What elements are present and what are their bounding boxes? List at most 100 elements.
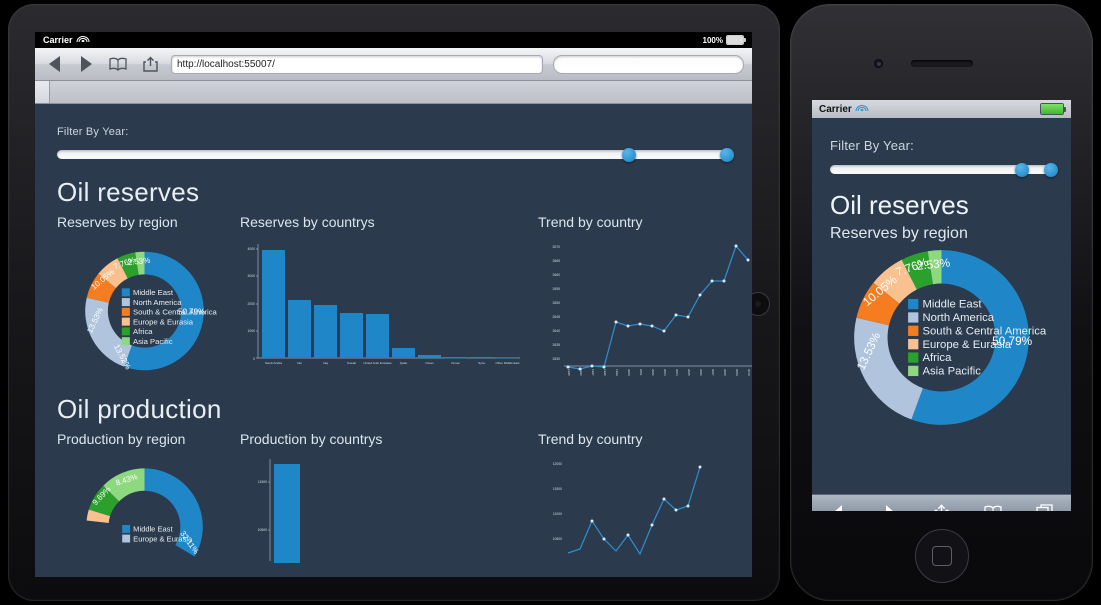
y-tick-0: 0: [253, 357, 255, 361]
iphone-screen: Carrier Filter By Year: Oil reserves Res…: [812, 100, 1071, 511]
slider-handle-low[interactable]: [1014, 162, 1029, 177]
bar-saudi-arabia[interactable]: [262, 250, 285, 358]
x-label-year: 2005: [687, 369, 691, 376]
bar-iran[interactable]: [288, 300, 311, 358]
x-label-oman: Oman: [425, 361, 434, 365]
x-label-yemen: Yemen: [451, 361, 461, 365]
chart-reserves-by-region: Reserves by region 50.79% 13.52% 13.53% …: [49, 214, 232, 386]
legend-label-europe-eurasia: Europe & Eurasia: [133, 534, 193, 543]
safari-tab-bar[interactable]: [35, 81, 752, 104]
x-label-iraq: Iraq: [323, 361, 329, 365]
chart-title: Reserves by region: [57, 214, 178, 230]
x-label-year: 1996: [579, 369, 583, 376]
bookmarks-book-icon[interactable]: [976, 500, 1010, 511]
slider-handle-high[interactable]: [1043, 162, 1058, 177]
bar-oman[interactable]: [418, 355, 441, 358]
legend-label-north-america: North America: [133, 298, 182, 307]
y-axis-ticks: 0 1000 2000 3000 4000: [247, 247, 258, 361]
bar-yemen[interactable]: [444, 357, 467, 359]
battery-icon: [1040, 103, 1066, 115]
x-label-year: 2006: [699, 369, 703, 376]
legend-label-africa: Africa: [133, 327, 153, 336]
slider-handle-high[interactable]: [719, 147, 734, 162]
trend-line: [567, 466, 701, 556]
battery-percent-label: 100%: [702, 35, 723, 45]
y-tick-2660: 2660: [552, 273, 560, 277]
filter-by-year-label: Filter By Year:: [830, 138, 914, 153]
share-action-icon[interactable]: [139, 54, 161, 74]
url-input[interactable]: http://localhost:55007/: [171, 54, 543, 74]
mobile-safari-toolbar: [812, 494, 1071, 511]
forward-arrow-icon[interactable]: [873, 500, 907, 511]
donut-chart-production-region[interactable]: 32.11% 9.69% 8.43% Middle East Europe & …: [57, 453, 232, 573]
bar-syria[interactable]: [470, 357, 493, 359]
y-tick-2665: 2665: [552, 259, 560, 263]
trend-line: [567, 244, 749, 370]
x-label-year: 2000: [627, 369, 631, 376]
trend-points: [566, 244, 750, 371]
y-tick-4000: 4000: [247, 247, 255, 251]
bar-united-arab-emirates[interactable]: [366, 314, 389, 358]
section-title-oil-reserves: Oil reserves: [57, 177, 200, 207]
x-label-year: 2004: [675, 369, 679, 376]
wifi-icon: [855, 104, 869, 114]
x-label-year: 2002: [651, 369, 655, 376]
ipad-web-page: Filter By Year: Oil reserves Reserves by…: [35, 104, 752, 577]
tabs-pages-icon[interactable]: [1028, 500, 1062, 511]
y-tick-1000: 1000: [247, 329, 255, 333]
share-action-icon[interactable]: [924, 500, 958, 511]
charts-row-reserves: Reserves by region 50.79% 13.52% 13.53% …: [35, 214, 752, 386]
back-arrow-icon[interactable]: [821, 500, 855, 511]
chart-title: Production by region: [57, 431, 186, 447]
line-chart-production-trend[interactable]: 12000 11500 11000 10500: [538, 453, 752, 563]
year-range-slider[interactable]: [57, 147, 734, 162]
filter-section: Filter By Year:: [35, 104, 752, 162]
legend-label-europe-eurasia: Europe & Eurasia: [133, 317, 194, 326]
y-tick-3000: 3000: [247, 274, 255, 278]
bar-iraq[interactable]: [314, 305, 337, 358]
bar-kuwait[interactable]: [340, 313, 363, 358]
iphone-device-frame: Carrier Filter By Year: Oil reserves Res…: [790, 4, 1093, 601]
forward-arrow-icon[interactable]: [75, 54, 97, 74]
carrier-label: Carrier: [43, 35, 73, 45]
y-tick-11000: 11000: [553, 512, 562, 516]
carrier-label: Carrier: [819, 103, 852, 115]
x-label-year: 2008: [723, 369, 727, 376]
line-chart-reserves-trend[interactable]: 2670 2665 2660 2655 2650 2645 2640 2635 …: [538, 236, 752, 386]
y-tick-12000: 12000: [553, 462, 563, 466]
y-tick-2000: 2000: [247, 302, 255, 306]
wifi-icon: [76, 35, 90, 45]
bar-saudi-arabia[interactable]: [274, 464, 300, 563]
chart-title: Trend by country: [538, 214, 643, 230]
search-input[interactable]: [553, 54, 744, 74]
back-arrow-icon[interactable]: [43, 54, 65, 74]
x-axis-year-labels: 1995 1996 1997 1998 1999 2000 2001 2002 …: [567, 369, 751, 376]
tab-item[interactable]: [35, 81, 50, 103]
earpiece-speaker: [910, 60, 973, 67]
battery-icon: [726, 35, 746, 45]
bar-chart-reserves-countrys[interactable]: 0 1000 2000 3000 4000 Saudi Arabia Iran …: [240, 236, 530, 386]
x-label-year: 1998: [603, 369, 607, 376]
legend-label-europe-eurasia: Europe & Eurasia: [922, 339, 1011, 351]
y-tick-2670: 2670: [552, 245, 560, 249]
iphone-home-button[interactable]: [914, 529, 969, 583]
donut-chart-phone-reserves-region[interactable]: 50.79% 13.53% 10.05% 7.76% 2.53% Middle …: [812, 245, 1071, 430]
trend-points: [590, 465, 702, 541]
bookmarks-book-icon[interactable]: [107, 54, 129, 74]
y-tick-2635: 2635: [552, 343, 560, 347]
y-axis-ticks: 2670 2665 2660 2655 2650 2645 2640 2635 …: [552, 245, 560, 361]
y-tick-2650: 2650: [552, 301, 560, 305]
chart-title: Production by countrys: [240, 431, 383, 447]
chart-title: Reserves by countrys: [240, 214, 375, 230]
legend-label-south-central-america: South & Central America: [133, 308, 218, 317]
section-title-oil-reserves: Oil reserves: [830, 190, 969, 220]
x-label-year: 1999: [615, 369, 619, 376]
bar-chart-production-countrys[interactable]: 11500 10500: [240, 453, 530, 563]
donut-chart-reserves-region[interactable]: 50.79% 13.52% 13.53% 10.05% 7.76% 2.53% …: [57, 236, 232, 386]
x-label-year: 1995: [567, 369, 571, 376]
bar-qatar[interactable]: [392, 348, 415, 358]
year-range-slider[interactable]: [830, 162, 1058, 177]
chart-production-trend: Trend by country 12000 11500 11000 10500: [538, 431, 752, 573]
front-camera: [874, 59, 883, 68]
slider-handle-low[interactable]: [622, 147, 637, 162]
